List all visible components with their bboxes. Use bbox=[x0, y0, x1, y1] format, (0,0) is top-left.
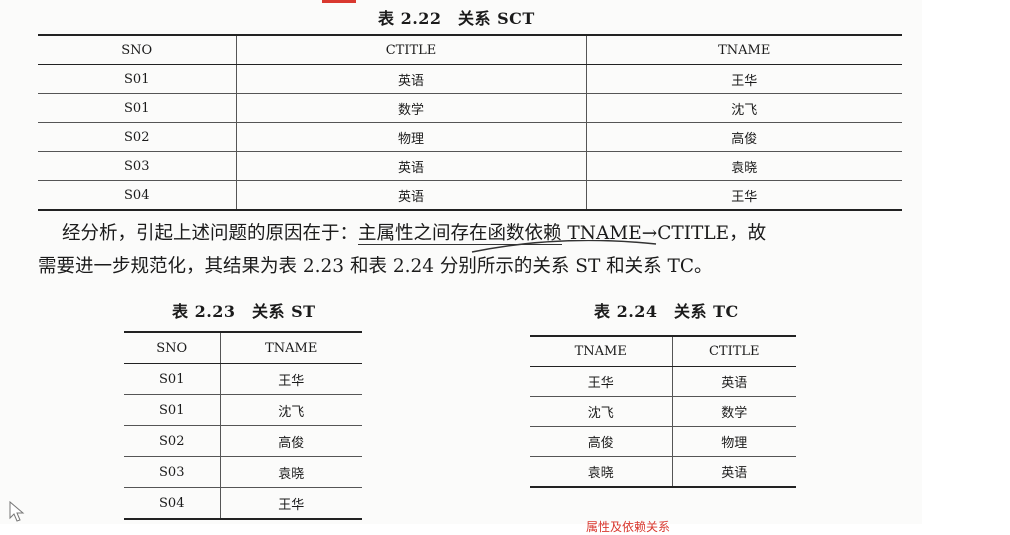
paragraph-text: 经分析，引起上述问题的原因在于： bbox=[62, 223, 359, 244]
table-cell: 高俊 bbox=[530, 426, 672, 457]
table-cell: S01 bbox=[124, 363, 220, 395]
table-row: 高俊 物理 bbox=[530, 426, 796, 457]
table-row: S04 英语 王华 bbox=[38, 180, 902, 211]
table-cell: 袁晓 bbox=[585, 151, 902, 181]
document-page: 表 2.22 关系 SCT SNO CTITLE TNAME S01 英语 王华… bbox=[0, 0, 922, 534]
table-cell: 数学 bbox=[671, 396, 796, 427]
table-cell: 英语 bbox=[671, 366, 796, 397]
table-cell: 王华 bbox=[585, 64, 902, 94]
table-cell: 英语 bbox=[235, 151, 586, 181]
column-header: TNAME bbox=[219, 332, 362, 364]
table-row: S04 王华 bbox=[124, 487, 362, 520]
table-row: S01 王华 bbox=[124, 363, 362, 395]
table-cell: S04 bbox=[38, 180, 236, 211]
table-tc-caption: 表 2.24 关系 TC bbox=[594, 302, 739, 321]
table-cell: S03 bbox=[38, 151, 236, 181]
table-cell: 王华 bbox=[219, 363, 362, 395]
column-header: CTITLE bbox=[235, 35, 586, 65]
column-header: SNO bbox=[38, 35, 236, 65]
table-sct: SNO CTITLE TNAME S01 英语 王华 S01 数学 沈飞 S02… bbox=[38, 34, 902, 211]
table-cell: 物理 bbox=[671, 426, 796, 457]
table-sct-caption: 表 2.22 关系 SCT bbox=[378, 9, 535, 28]
table-cell: 沈飞 bbox=[219, 394, 362, 426]
table-cell: S04 bbox=[124, 487, 220, 520]
table-cell: 袁晓 bbox=[530, 456, 672, 488]
column-header: CTITLE bbox=[671, 336, 796, 367]
mouse-cursor-icon bbox=[9, 500, 25, 522]
table-cell: 英语 bbox=[671, 456, 796, 488]
table-cell: 王华 bbox=[585, 180, 902, 211]
table-cell: 物理 bbox=[235, 122, 586, 152]
right-margin bbox=[922, 0, 1010, 524]
table-row: S02 高俊 bbox=[124, 425, 362, 457]
table-cell: 高俊 bbox=[585, 122, 902, 152]
handwritten-annotation-mark bbox=[471, 240, 657, 253]
table-cell: 袁晓 bbox=[219, 456, 362, 488]
table-tc: TNAME CTITLE 王华 英语 沈飞 数学 高俊 物理 袁晓 英语 bbox=[530, 335, 796, 488]
table-cell: 王华 bbox=[530, 366, 672, 397]
table-row: S01 英语 王华 bbox=[38, 64, 902, 94]
table-row: 沈飞 数学 bbox=[530, 396, 796, 427]
column-header: TNAME bbox=[585, 35, 902, 65]
table-cell: 王华 bbox=[219, 487, 362, 520]
table-cell: S02 bbox=[38, 122, 236, 152]
table-cell: S03 bbox=[124, 456, 220, 488]
column-header: TNAME bbox=[530, 336, 672, 367]
table-cell: 英语 bbox=[235, 64, 586, 94]
table-row: 袁晓 英语 bbox=[530, 456, 796, 488]
table-cell: 高俊 bbox=[219, 425, 362, 457]
table-row: S03 袁晓 bbox=[124, 456, 362, 488]
table-cell: S01 bbox=[38, 93, 236, 123]
table-cell: 沈飞 bbox=[585, 93, 902, 123]
table-row: S01 数学 沈飞 bbox=[38, 93, 902, 123]
table-cell: S01 bbox=[124, 394, 220, 426]
table-row: S03 英语 袁晓 bbox=[38, 151, 902, 181]
footer-red-note: 属性及依赖关系 bbox=[586, 520, 671, 534]
table-row: S02 物理 高俊 bbox=[38, 122, 902, 152]
table-cell: 数学 bbox=[235, 93, 586, 123]
table-st-caption: 表 2.23 关系 ST bbox=[172, 302, 316, 321]
table-st: SNO TNAME S01 王华 S01 沈飞 S02 高俊 S03 袁晓 S0 bbox=[124, 331, 362, 520]
table-cell: 沈飞 bbox=[530, 396, 672, 427]
table-cell: S02 bbox=[124, 425, 220, 457]
table-cell: 英语 bbox=[235, 180, 586, 211]
table-cell: S01 bbox=[38, 64, 236, 94]
table-row: S01 沈飞 bbox=[124, 394, 362, 426]
red-highlight-mark bbox=[322, 0, 356, 3]
column-header: SNO bbox=[124, 332, 220, 364]
table-row: 王华 英语 bbox=[530, 366, 796, 397]
